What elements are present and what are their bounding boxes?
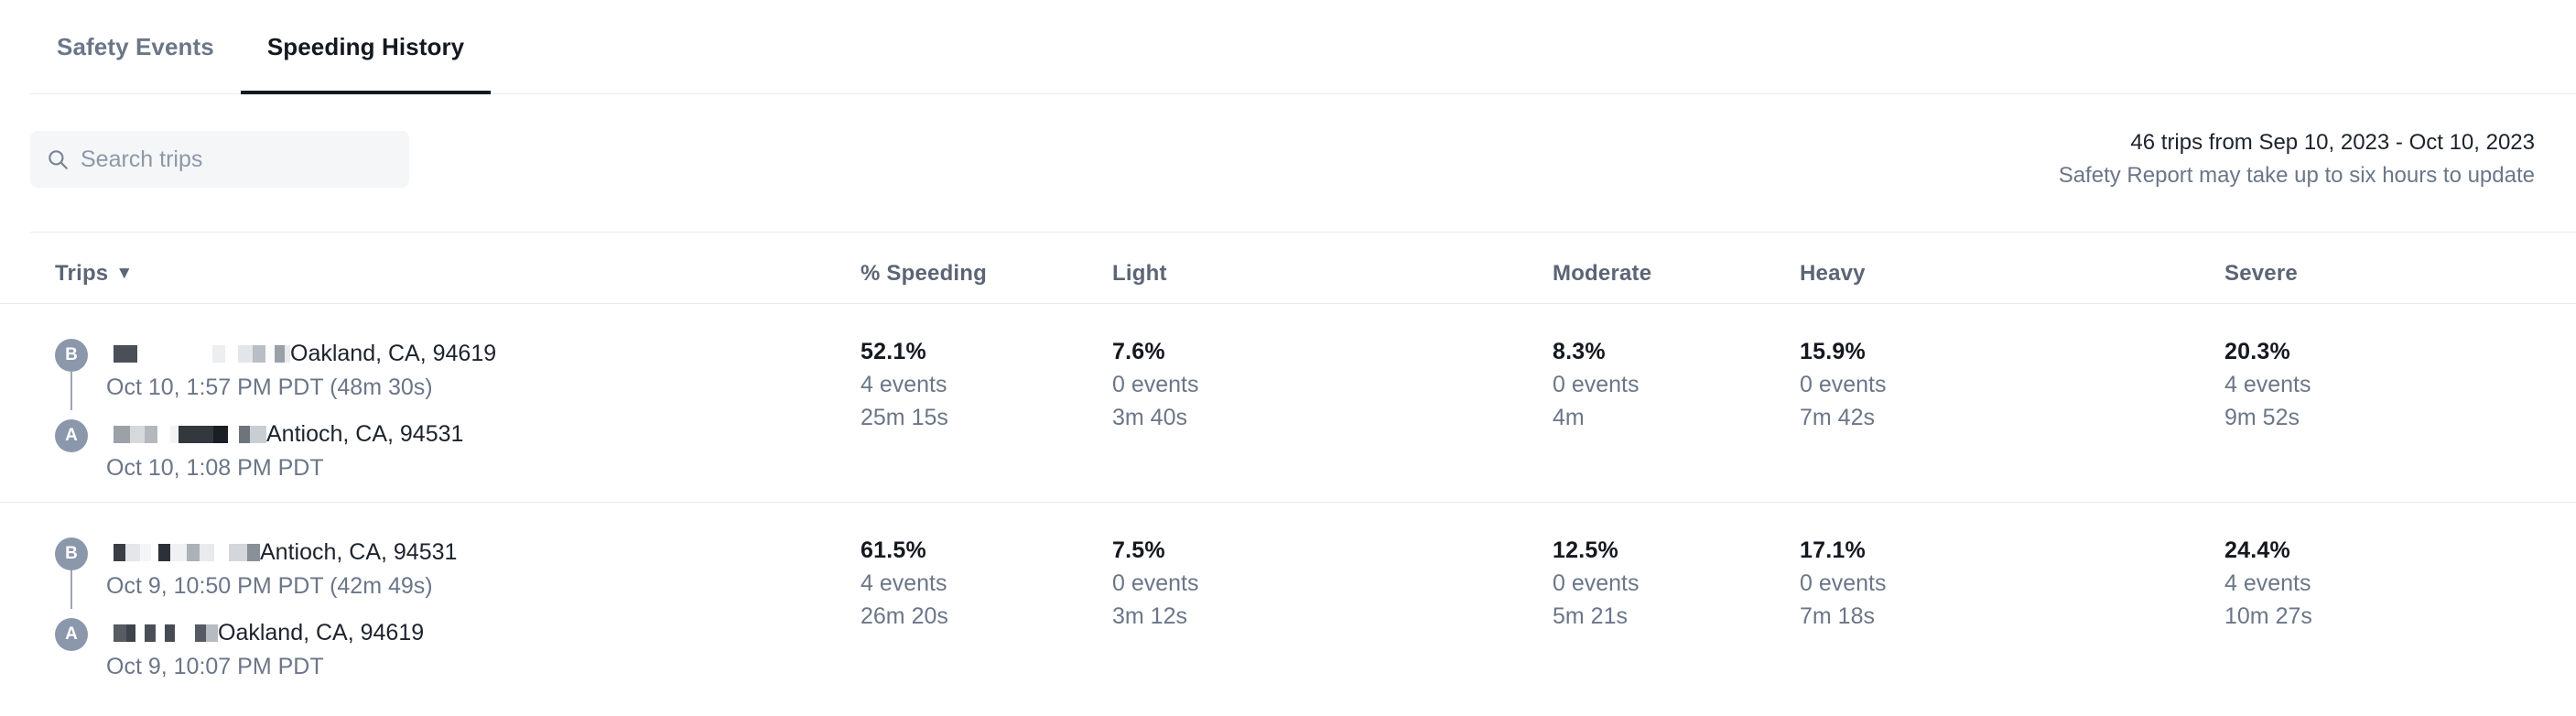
cell-severe: 20.3% 4 events 9m 52s [2224,339,2311,431]
column-header-severe[interactable]: Severe [2224,261,2298,287]
redacted-address-block [106,344,290,363]
search-icon [46,147,70,171]
column-header-pct-speeding-label: % Speeding [860,261,988,286]
table-row[interactable]: B Oakland, CA, 94619 Oct 10, 1:57 PM PDT… [0,303,2576,502]
trip-end-timestamp: Oct 9, 10:50 PM PDT (42m 49s) [106,573,433,599]
metric-duration: 25m 15s [860,405,948,430]
search-input[interactable] [81,146,383,173]
column-header-heavy-label: Heavy [1800,261,1866,286]
redacted-address-block [106,624,218,642]
map-pin-a-icon: A [55,618,88,651]
metric-duration: 9m 52s [2224,405,2300,430]
column-header-severe-label: Severe [2224,261,2298,286]
metric-percent: 20.3% [2224,339,2290,364]
map-pin-a-icon: A [55,419,88,452]
trip-leg-end: B Antioch, CA, 94531 Oct 9, 10:50 PM PDT… [55,537,457,609]
metric-percent: 15.9% [1800,339,1866,364]
redacted-address-block [106,425,266,443]
cell-moderate: 8.3% 0 events 4m [1553,339,1640,431]
tab-list: Safety Events Speeding History [30,0,492,94]
metric-duration: 10m 27s [2224,603,2312,629]
tab-bar: Safety Events Speeding History [0,0,2576,94]
metric-percent: 7.6% [1112,339,1165,364]
metric-events: 0 events [1553,570,1640,596]
metric-percent: 8.3% [1553,339,1606,364]
metric-duration: 26m 20s [860,603,948,629]
cell-severe: 24.4% 4 events 10m 27s [2224,537,2312,630]
tab-safety-events-label: Safety Events [57,33,214,60]
redacted-address-block [106,543,260,561]
cell-pct-speeding: 61.5% 4 events 26m 20s [860,537,948,630]
map-pin-b-icon: B [55,339,88,372]
metric-events: 4 events [860,372,947,397]
metric-duration: 7m 18s [1800,603,1875,629]
speeding-history-table: Trips ▼ % Speeding Light Moderate Heavy S… [0,232,2576,700]
trip-end-timestamp: Oct 10, 1:57 PM PDT (48m 30s) [106,374,433,400]
metric-events: 0 events [1553,372,1640,397]
update-notice-text: Safety Report may take up to six hours t… [2058,163,2535,189]
map-pin-b-icon: B [55,537,88,570]
trip-leg-start: A Antioch, CA, 94531 Oct 10, 1:08 PM PDT [55,419,496,491]
trip-start-address: Antioch, CA, 94531 [266,420,464,447]
metric-percent: 52.1% [860,339,926,364]
cell-light: 7.5% 0 events 3m 12s [1112,537,1199,630]
metric-percent: 61.5% [860,537,926,563]
trip-leg-start: A Oakland, CA, 94619 Oct 9, 10:07 PM PDT [55,618,457,689]
tab-speeding-history[interactable]: Speeding History [240,0,492,94]
metric-percent: 12.5% [1553,537,1618,563]
metric-events: 0 events [1800,570,1887,596]
speeding-history-page: Safety Events Speeding History 46 trips … [0,0,2576,716]
column-header-light-label: Light [1112,261,1167,286]
metric-percent: 7.5% [1112,537,1165,563]
metric-duration: 7m 42s [1800,405,1875,430]
trips-summary-text: 46 trips from Sep 10, 2023 - Oct 10, 202… [2130,130,2535,155]
table-header-row: Trips ▼ % Speeding Light Moderate Heavy S… [0,232,2576,303]
column-header-light[interactable]: Light [1112,261,1167,287]
metric-events: 4 events [2224,372,2311,397]
cell-light: 7.6% 0 events 3m 40s [1112,339,1199,431]
trip-start-address: Oakland, CA, 94619 [218,619,425,645]
metric-percent: 24.4% [2224,537,2290,563]
report-meta: 46 trips from Sep 10, 2023 - Oct 10, 202… [2059,128,2535,190]
search-trips-field[interactable] [30,131,409,188]
trip-end-address: Antioch, CA, 94531 [260,538,458,565]
column-header-trips[interactable]: Trips ▼ [55,261,133,287]
tab-safety-events[interactable]: Safety Events [30,0,241,94]
metric-events: 4 events [860,570,947,596]
column-header-trips-label: Trips [55,261,109,286]
trip-start-timestamp: Oct 10, 1:08 PM PDT [106,455,324,481]
trip-leg-end: B Oakland, CA, 94619 Oct 10, 1:57 PM PDT… [55,339,496,410]
column-header-heavy[interactable]: Heavy [1800,261,1866,287]
metric-events: 0 events [1112,570,1199,596]
metric-events: 0 events [1800,372,1887,397]
metric-duration: 5m 21s [1553,603,1628,629]
trip-route[interactable]: B Antioch, CA, 94531 Oct 9, 10:50 PM PDT… [55,537,457,689]
column-header-moderate[interactable]: Moderate [1553,261,1651,287]
trip-route[interactable]: B Oakland, CA, 94619 Oct 10, 1:57 PM PDT… [55,339,496,491]
trip-end-address: Oakland, CA, 94619 [290,340,497,366]
route-connector-line [70,570,72,609]
table-row[interactable]: B Antioch, CA, 94531 Oct 9, 10:50 PM PDT… [0,502,2576,700]
cell-heavy: 17.1% 0 events 7m 18s [1800,537,1887,630]
route-connector-line [70,372,72,410]
metric-percent: 17.1% [1800,537,1866,563]
cell-pct-speeding: 52.1% 4 events 25m 15s [860,339,948,431]
cell-moderate: 12.5% 0 events 5m 21s [1553,537,1640,630]
column-header-moderate-label: Moderate [1553,261,1652,286]
metric-events: 0 events [1112,372,1199,397]
column-header-pct-speeding[interactable]: % Speeding [860,261,987,287]
metric-events: 4 events [2224,570,2311,596]
metric-duration: 3m 12s [1112,603,1187,629]
sort-descending-icon: ▼ [115,264,134,283]
cell-heavy: 15.9% 0 events 7m 42s [1800,339,1887,431]
trip-start-timestamp: Oct 9, 10:07 PM PDT [106,654,324,679]
metric-duration: 3m 40s [1112,405,1187,430]
tab-speeding-history-label: Speeding History [266,33,465,60]
metric-duration: 4m [1553,405,1585,430]
